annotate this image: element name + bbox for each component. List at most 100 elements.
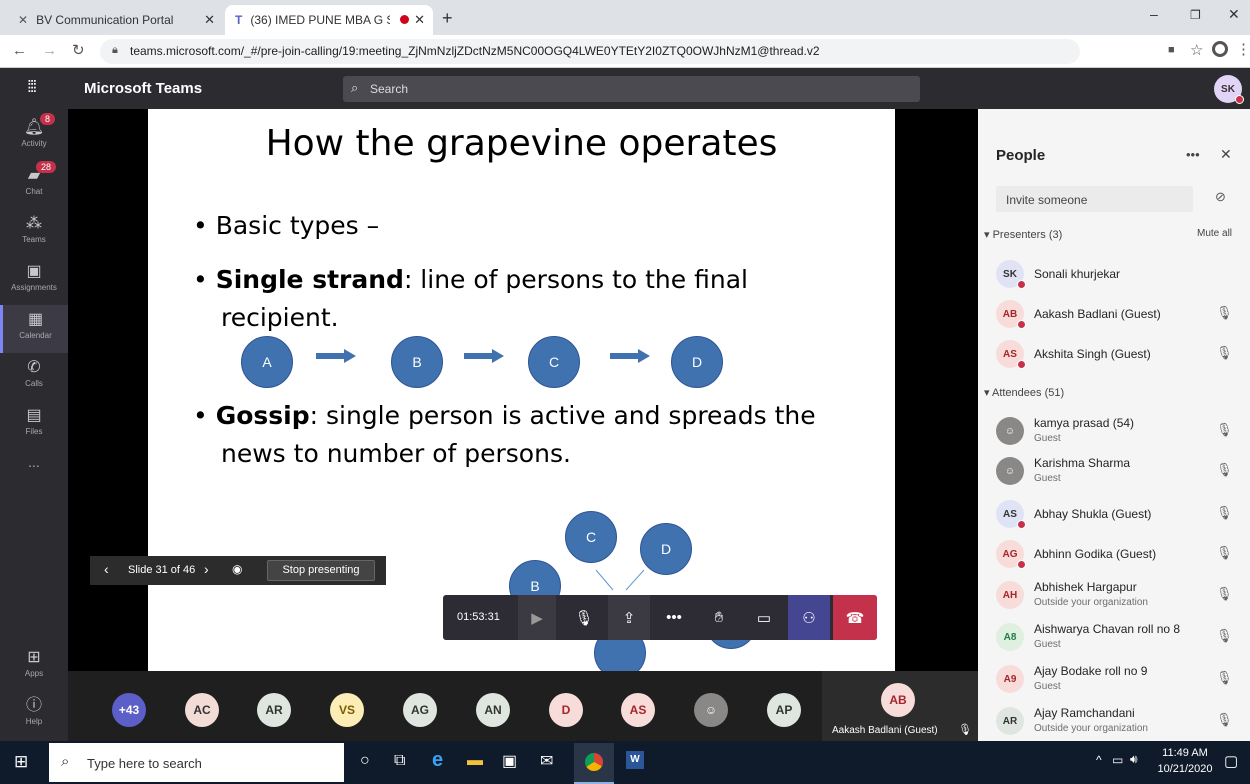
rail-apps[interactable]: ⊞ Apps — [0, 643, 68, 691]
microphone-button[interactable]: 🎙︎ — [563, 595, 605, 640]
bookmark-star-icon[interactable]: ☆ — [1190, 41, 1203, 59]
gallery-avatar[interactable]: D — [549, 693, 583, 727]
volume-icon[interactable]: 🔊︎ — [1130, 752, 1138, 767]
gallery-avatar[interactable]: AR — [257, 693, 291, 727]
previous-slide-icon[interactable]: ‹ — [104, 561, 109, 577]
close-panel-icon[interactable]: ✕ — [1220, 146, 1232, 163]
stop-presenting-button[interactable]: Stop presenting — [267, 560, 375, 581]
rail-chat[interactable]: ▰ Chat 28 — [0, 161, 68, 209]
mic-muted-icon: 🎙︎ — [1216, 422, 1233, 437]
activity-badge: 8 — [40, 113, 56, 125]
cortana-icon[interactable]: ○ — [360, 752, 370, 770]
participant-name: Akshita Singh (Guest) — [1034, 347, 1151, 361]
close-tab-icon[interactable]: ✕ — [414, 12, 425, 28]
participant-row[interactable]: AR Ajay Ramchandani Outside your organiz… — [978, 701, 1250, 741]
participant-row[interactable]: AG Abhinn Godika (Guest) 🎙︎ — [978, 534, 1250, 574]
bullet-bold: Gossip — [215, 401, 310, 430]
address-bar-row: ← → ↻ 🔒︎ teams.microsoft.com/_#/pre-join… — [0, 35, 1250, 68]
arrow-right-icon — [464, 349, 504, 363]
gallery-avatar[interactable]: AG — [403, 693, 437, 727]
eye-icon[interactable]: ◉ — [232, 562, 242, 576]
search-icon: ⌕ — [61, 753, 70, 770]
participant-row[interactable]: ☺ Karishma Sharma Guest 🎙︎ — [978, 451, 1250, 491]
gallery-avatar[interactable]: VS — [330, 693, 364, 727]
close-window-icon[interactable]: ✕ — [1228, 6, 1240, 23]
notifications-icon[interactable]: ▢ — [1224, 752, 1238, 770]
share-screen-button[interactable]: ⇪ — [608, 595, 650, 640]
gallery-avatar[interactable]: ☺ — [694, 693, 728, 727]
active-speaker-tile[interactable]: AB Aakash Badlani (Guest) 🎙︎ — [822, 671, 978, 741]
rail-calls[interactable]: ✆ Calls — [0, 353, 68, 401]
participant-row[interactable]: SK Sonali khurjekar — [978, 254, 1250, 294]
edge-icon[interactable]: e — [432, 749, 443, 772]
rail-help[interactable]: ⓘ Help — [0, 691, 68, 739]
rail-teams[interactable]: ⁂ Teams — [0, 209, 68, 257]
forward-icon[interactable]: → — [42, 42, 57, 59]
invite-input[interactable]: Invite someone — [996, 186, 1193, 212]
reload-icon[interactable]: ↻ — [72, 41, 85, 59]
gallery-avatar[interactable]: AS — [621, 693, 655, 727]
network-icon[interactable]: ▭ — [1112, 753, 1123, 767]
camera-blocked-icon[interactable]: ■ — [1168, 44, 1175, 56]
camera-off-button[interactable]: ▶︎ — [518, 595, 556, 640]
copy-link-icon[interactable]: ⊘ — [1215, 189, 1226, 205]
menu-kebab-icon[interactable]: ⋮ — [1236, 40, 1250, 58]
rail-activity[interactable]: 🔔︎ Activity 8 — [0, 113, 68, 161]
new-tab-button[interactable]: + — [442, 8, 453, 29]
task-view-icon[interactable]: ⧉ — [394, 752, 405, 770]
minimize-icon[interactable]: – — [1150, 6, 1158, 22]
gallery-avatar[interactable]: AP — [767, 693, 801, 727]
show-conversation-button[interactable]: ▭ — [743, 595, 785, 640]
participant-row[interactable]: A9 Ajay Bodake roll no 9 Guest 🎙︎ — [978, 659, 1250, 699]
next-slide-icon[interactable]: › — [204, 561, 209, 577]
store-icon[interactable]: ▣ — [502, 751, 517, 771]
bullet-bold: Single strand — [215, 265, 404, 294]
url-field[interactable]: 🔒︎ teams.microsoft.com/_#/pre-join-calli… — [100, 39, 1080, 64]
avatar: A8 — [996, 623, 1024, 651]
mail-icon[interactable]: ✉︎ — [540, 751, 553, 771]
windows-start-icon[interactable]: ⊞ — [14, 752, 28, 772]
gallery-avatar[interactable]: AC — [185, 693, 219, 727]
word-icon[interactable]: W — [626, 751, 644, 769]
tray-chevron-icon[interactable]: ^ — [1096, 753, 1102, 767]
close-tab-icon[interactable]: ✕ — [204, 12, 215, 28]
app-launcher-icon[interactable]: ⁞⁞⁞ — [27, 77, 37, 97]
rail-calendar[interactable]: ▦ Calendar — [0, 305, 68, 353]
more-actions-button[interactable]: ••• — [653, 595, 695, 640]
calendar-icon: ▦ — [27, 311, 44, 328]
participant-row[interactable]: A8 Aishwarya Chavan roll no 8 Guest 🎙︎ — [978, 617, 1250, 657]
hang-up-button[interactable]: ☎︎ — [833, 595, 877, 640]
rail-files[interactable]: ▤ Files — [0, 401, 68, 449]
mute-all-button[interactable]: Mute all — [1197, 228, 1232, 239]
browser-tab[interactable]: ✕ BV Communication Portal ✕ — [8, 5, 223, 35]
participant-row[interactable]: AS Akshita Singh (Guest) 🎙︎ — [978, 334, 1250, 374]
file-explorer-icon[interactable]: ▬ — [467, 752, 483, 770]
participant-row[interactable]: AH Abhishek Hargapur Outside your organi… — [978, 575, 1250, 615]
participant-row[interactable]: ☺ kamya prasad (54) Guest 🎙︎ — [978, 411, 1250, 451]
restore-icon[interactable]: ❐ — [1190, 8, 1201, 22]
rail-more[interactable]: ... — [0, 454, 68, 502]
profile-icon[interactable] — [1212, 41, 1228, 57]
more-options-icon[interactable]: ••• — [1186, 147, 1200, 162]
attendees-header[interactable]: ▾ Attendees (51) — [984, 386, 1064, 399]
gallery-avatar[interactable]: AN — [476, 693, 510, 727]
file-icon: ▤ — [26, 407, 42, 424]
teams-favicon-icon: T — [235, 13, 243, 27]
browser-tab-active[interactable]: T (36) IMED PUNE MBA G SEM ✕ — [225, 5, 433, 35]
clock[interactable]: 11:49 AM 10/21/2020 — [1155, 745, 1215, 777]
participant-row[interactable]: AB Aakash Badlani (Guest) 🎙︎ — [978, 294, 1250, 334]
overflow-participants[interactable]: +43 — [112, 693, 146, 727]
chrome-icon[interactable] — [574, 743, 614, 784]
back-icon[interactable]: ← — [12, 42, 27, 59]
presenters-header[interactable]: ▾ Presenters (3) — [984, 228, 1062, 241]
user-avatar[interactable]: SK — [1214, 75, 1244, 104]
search-input[interactable]: ⌕ Search — [343, 76, 920, 102]
participant-row[interactable]: AS Abhay Shukla (Guest) 🎙︎ — [978, 494, 1250, 534]
taskbar-search-input[interactable]: ⌕ Type here to search — [49, 743, 344, 782]
rail-assignments[interactable]: ▣ Assignments — [0, 257, 68, 305]
avatar: AH — [996, 581, 1024, 609]
show-participants-button[interactable]: ⚇ — [788, 595, 830, 640]
hang-up-icon: ☎︎ — [845, 609, 865, 627]
button-label: Stop presenting — [282, 564, 360, 576]
raise-hand-button[interactable]: ✋︎ — [698, 595, 740, 640]
